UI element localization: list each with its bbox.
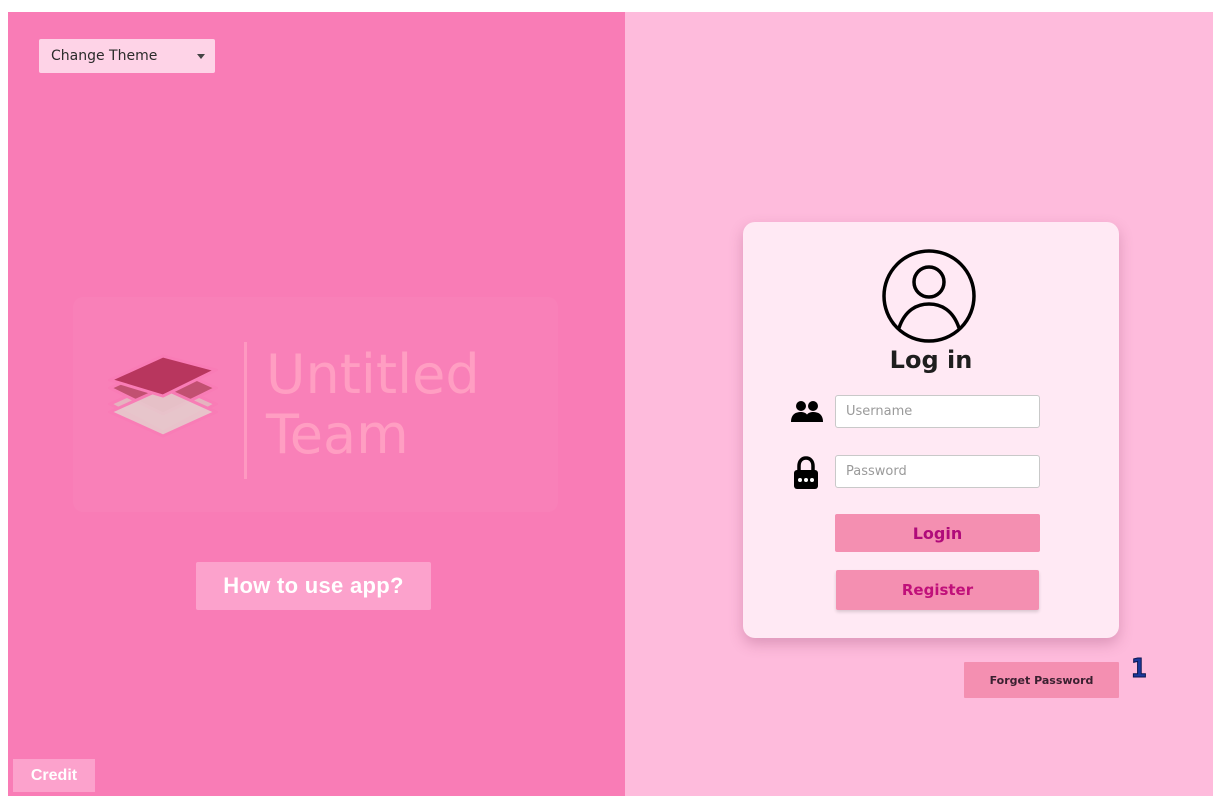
credit-button[interactable]: Credit xyxy=(13,759,95,792)
forget-password-button[interactable]: Forget Password xyxy=(964,662,1119,698)
lock-icon xyxy=(794,456,818,489)
annotation-marker: 1 xyxy=(1131,654,1148,685)
login-card: Log in Login Register xyxy=(743,222,1119,638)
password-input[interactable] xyxy=(835,455,1040,488)
how-to-use-button[interactable]: How to use app? xyxy=(196,562,431,610)
login-title: Log in xyxy=(889,346,973,374)
user-circle-icon xyxy=(882,249,976,343)
username-input[interactable] xyxy=(835,395,1040,428)
brand-name: Untitled Team xyxy=(266,345,480,465)
logo-divider xyxy=(244,342,247,479)
right-panel: Log in Login Register Forget Password 1 xyxy=(625,12,1213,796)
register-button[interactable]: Register xyxy=(836,570,1039,610)
change-theme-dropdown[interactable]: Change Theme xyxy=(39,39,215,73)
brand-line-2: Team xyxy=(266,403,409,466)
brand-line-1: Untitled xyxy=(266,343,480,406)
users-icon xyxy=(791,401,823,422)
stacked-layers-logo xyxy=(108,354,218,438)
left-panel: Change Theme Untitled Team How to use ap… xyxy=(8,12,625,796)
caret-down-icon xyxy=(197,53,205,59)
change-theme-label: Change Theme xyxy=(51,48,158,64)
login-button[interactable]: Login xyxy=(835,514,1040,552)
